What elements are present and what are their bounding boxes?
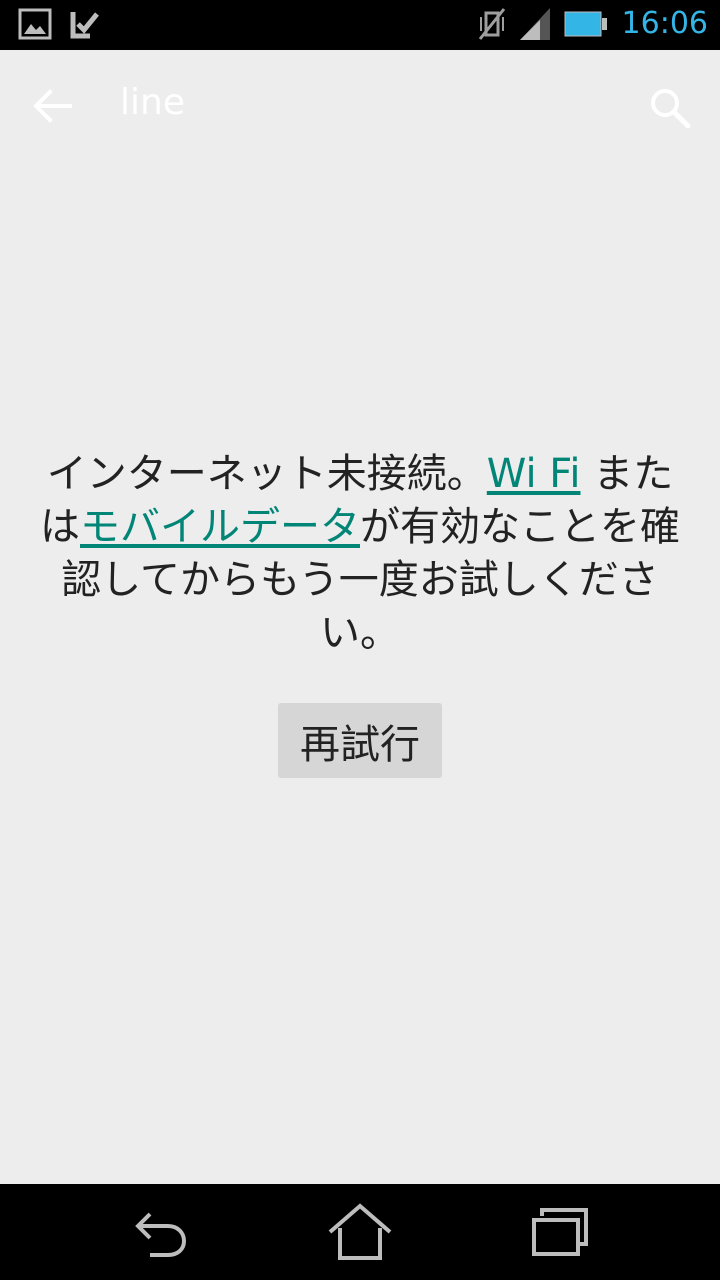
- vibrate-off-icon: [478, 7, 505, 40]
- battery-icon: [564, 11, 607, 36]
- search-button[interactable]: [646, 84, 694, 132]
- mobile-data-link[interactable]: モバイルデータ: [80, 504, 360, 550]
- system-icons: 16:06: [478, 6, 708, 41]
- wifi-link[interactable]: Wi Fi: [487, 451, 581, 497]
- clock: 16:06: [621, 6, 708, 41]
- image-notification-icon: [18, 8, 52, 40]
- nav-recents-icon: [532, 1208, 588, 1256]
- page-title: line: [120, 82, 185, 123]
- navigation-bar: [0, 1184, 720, 1280]
- search-icon: [651, 89, 691, 129]
- action-bar: line: [0, 50, 720, 162]
- back-button[interactable]: [30, 84, 78, 128]
- message-text-1: インターネット未接続。: [46, 451, 487, 497]
- nav-back-button[interactable]: [120, 1202, 200, 1262]
- notification-icons: [18, 8, 100, 40]
- retry-button[interactable]: 再試行: [278, 703, 442, 778]
- nav-recents-button[interactable]: [520, 1202, 600, 1262]
- signal-icon: [519, 7, 550, 40]
- connection-error-message: インターネット未接続。Wi Fi またはモバイルデータが有効なことを確認してから…: [40, 448, 680, 660]
- nav-back-icon: [135, 1212, 187, 1257]
- nav-home-icon: [328, 1203, 392, 1260]
- nav-home-button[interactable]: [320, 1202, 400, 1262]
- task-check-notification-icon: [70, 12, 99, 39]
- arrow-left-icon: [33, 89, 72, 123]
- status-bar: 16:06: [0, 0, 720, 50]
